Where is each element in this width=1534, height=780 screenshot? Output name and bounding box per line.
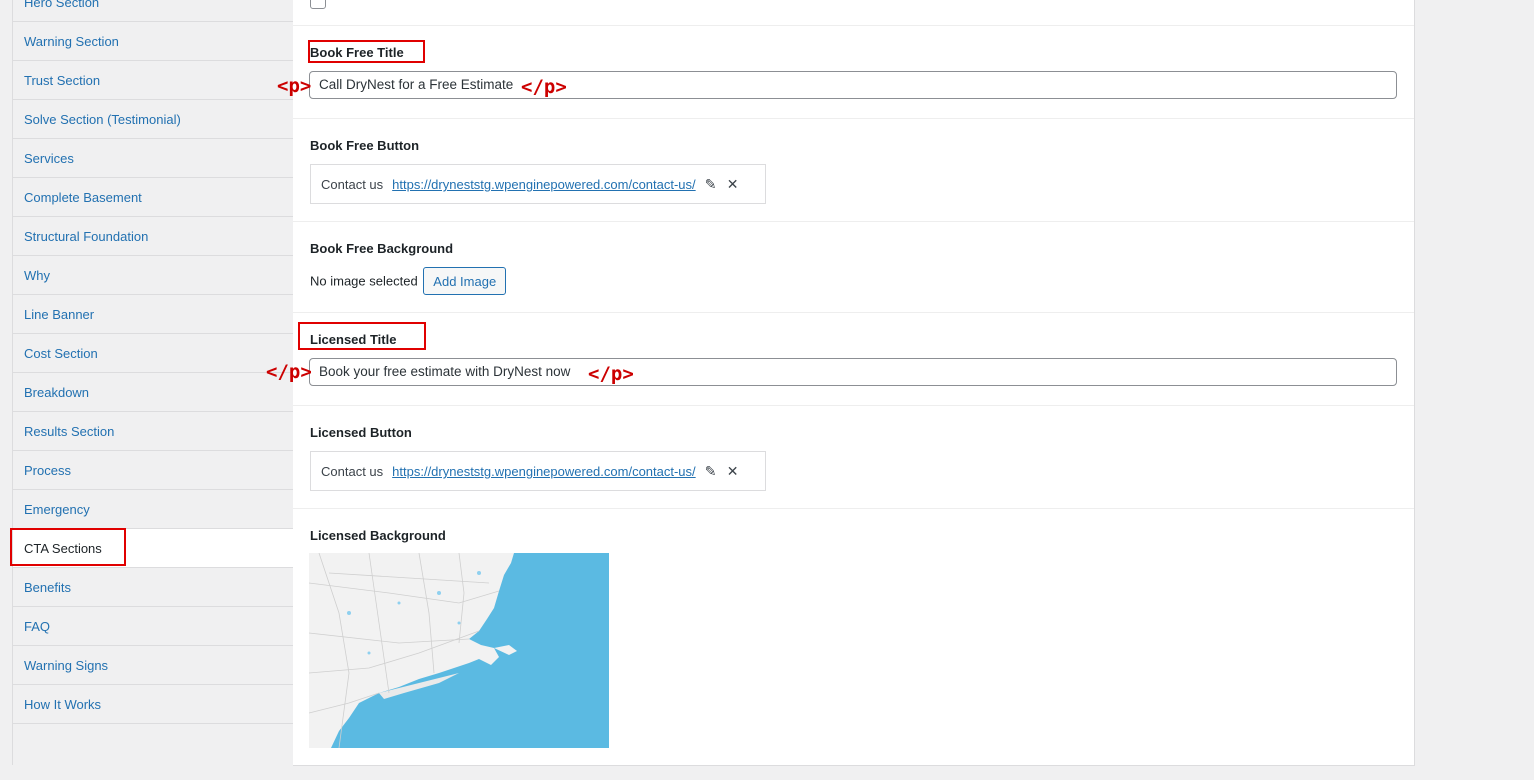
tab-how-it-works[interactable]: How It Works: [13, 685, 294, 724]
close-icon[interactable]: ✕: [726, 452, 740, 490]
annotation-close-p: </p>: [521, 76, 567, 98]
tab-trust-section[interactable]: Trust Section: [13, 61, 294, 100]
tab-benefits[interactable]: Benefits: [13, 568, 294, 607]
link-url[interactable]: https://dryneststg.wpenginepowered.com/c…: [392, 464, 696, 479]
tab-warning-section[interactable]: Warning Section: [13, 22, 294, 61]
tab-line-banner[interactable]: Line Banner: [13, 295, 294, 334]
map-image: [309, 553, 609, 748]
field-label: Licensed Button: [310, 425, 412, 440]
annotation-open-p: <p>: [277, 75, 312, 97]
field-label: Book Free Background: [310, 241, 454, 256]
field-licensed-button: Licensed Button Contact us https://drynes…: [293, 405, 1414, 509]
tab-why[interactable]: Why: [13, 256, 294, 295]
field-label: Licensed Background: [310, 528, 446, 543]
tab-services[interactable]: Services: [13, 139, 294, 178]
background-image-preview[interactable]: [309, 553, 609, 748]
tab-results-section[interactable]: Results Section: [13, 412, 294, 451]
tab-faq[interactable]: FAQ: [13, 607, 294, 646]
section-tabs-sidebar: Hero Section Warning Section Trust Secti…: [12, 0, 295, 765]
field-licensed-title: Licensed Title Book your free estimate w…: [293, 312, 1414, 406]
link-field: Contact us https://dryneststg.wpenginepow…: [310, 164, 766, 204]
tab-emergency[interactable]: Emergency: [13, 490, 294, 529]
field-label: Licensed Title: [310, 332, 397, 347]
pencil-icon[interactable]: ✎: [704, 165, 718, 203]
field-book-free-button: Book Free Button Contact us https://dryne…: [293, 118, 1414, 222]
add-image-button[interactable]: Add Image: [423, 267, 507, 295]
image-uploader: No image selected Add Image: [310, 267, 507, 295]
tab-structural-foundation[interactable]: Structural Foundation: [13, 217, 294, 256]
link-title: Contact us: [321, 177, 384, 192]
fields-panel: Book Free Title Call DryNest for a Free …: [293, 0, 1415, 766]
link-url[interactable]: https://dryneststg.wpenginepowered.com/c…: [392, 177, 696, 192]
licensed-title-input[interactable]: Book your free estimate with DryNest now: [309, 358, 1397, 386]
no-image-text: No image selected: [310, 273, 418, 289]
tab-solve-section[interactable]: Solve Section (Testimonial): [13, 100, 294, 139]
book-free-title-input[interactable]: Call DryNest for a Free Estimate: [309, 71, 1397, 99]
checkbox[interactable]: [310, 0, 326, 9]
tab-breakdown[interactable]: Breakdown: [13, 373, 294, 412]
field-label: Book Free Title: [310, 45, 404, 60]
link-title: Contact us: [321, 464, 384, 479]
field-label: Book Free Button: [310, 138, 420, 153]
tab-complete-basement[interactable]: Complete Basement: [13, 178, 294, 217]
tab-process[interactable]: Process: [13, 451, 294, 490]
field-book-free-background: Book Free Background No image selected A…: [293, 221, 1414, 313]
tab-warning-signs[interactable]: Warning Signs: [13, 646, 294, 685]
tab-hero-section[interactable]: Hero Section: [13, 0, 294, 22]
pencil-icon[interactable]: ✎: [704, 452, 718, 490]
annotation-close-p: </p>: [588, 363, 634, 385]
tab-cost-section[interactable]: Cost Section: [13, 334, 294, 373]
close-icon[interactable]: ✕: [726, 165, 740, 203]
field-book-free-title: Book Free Title Call DryNest for a Free …: [293, 25, 1414, 119]
tab-cta-sections[interactable]: CTA Sections: [13, 529, 295, 568]
annotation-close-p: </p>: [266, 361, 312, 383]
link-field: Contact us https://dryneststg.wpenginepow…: [310, 451, 766, 491]
